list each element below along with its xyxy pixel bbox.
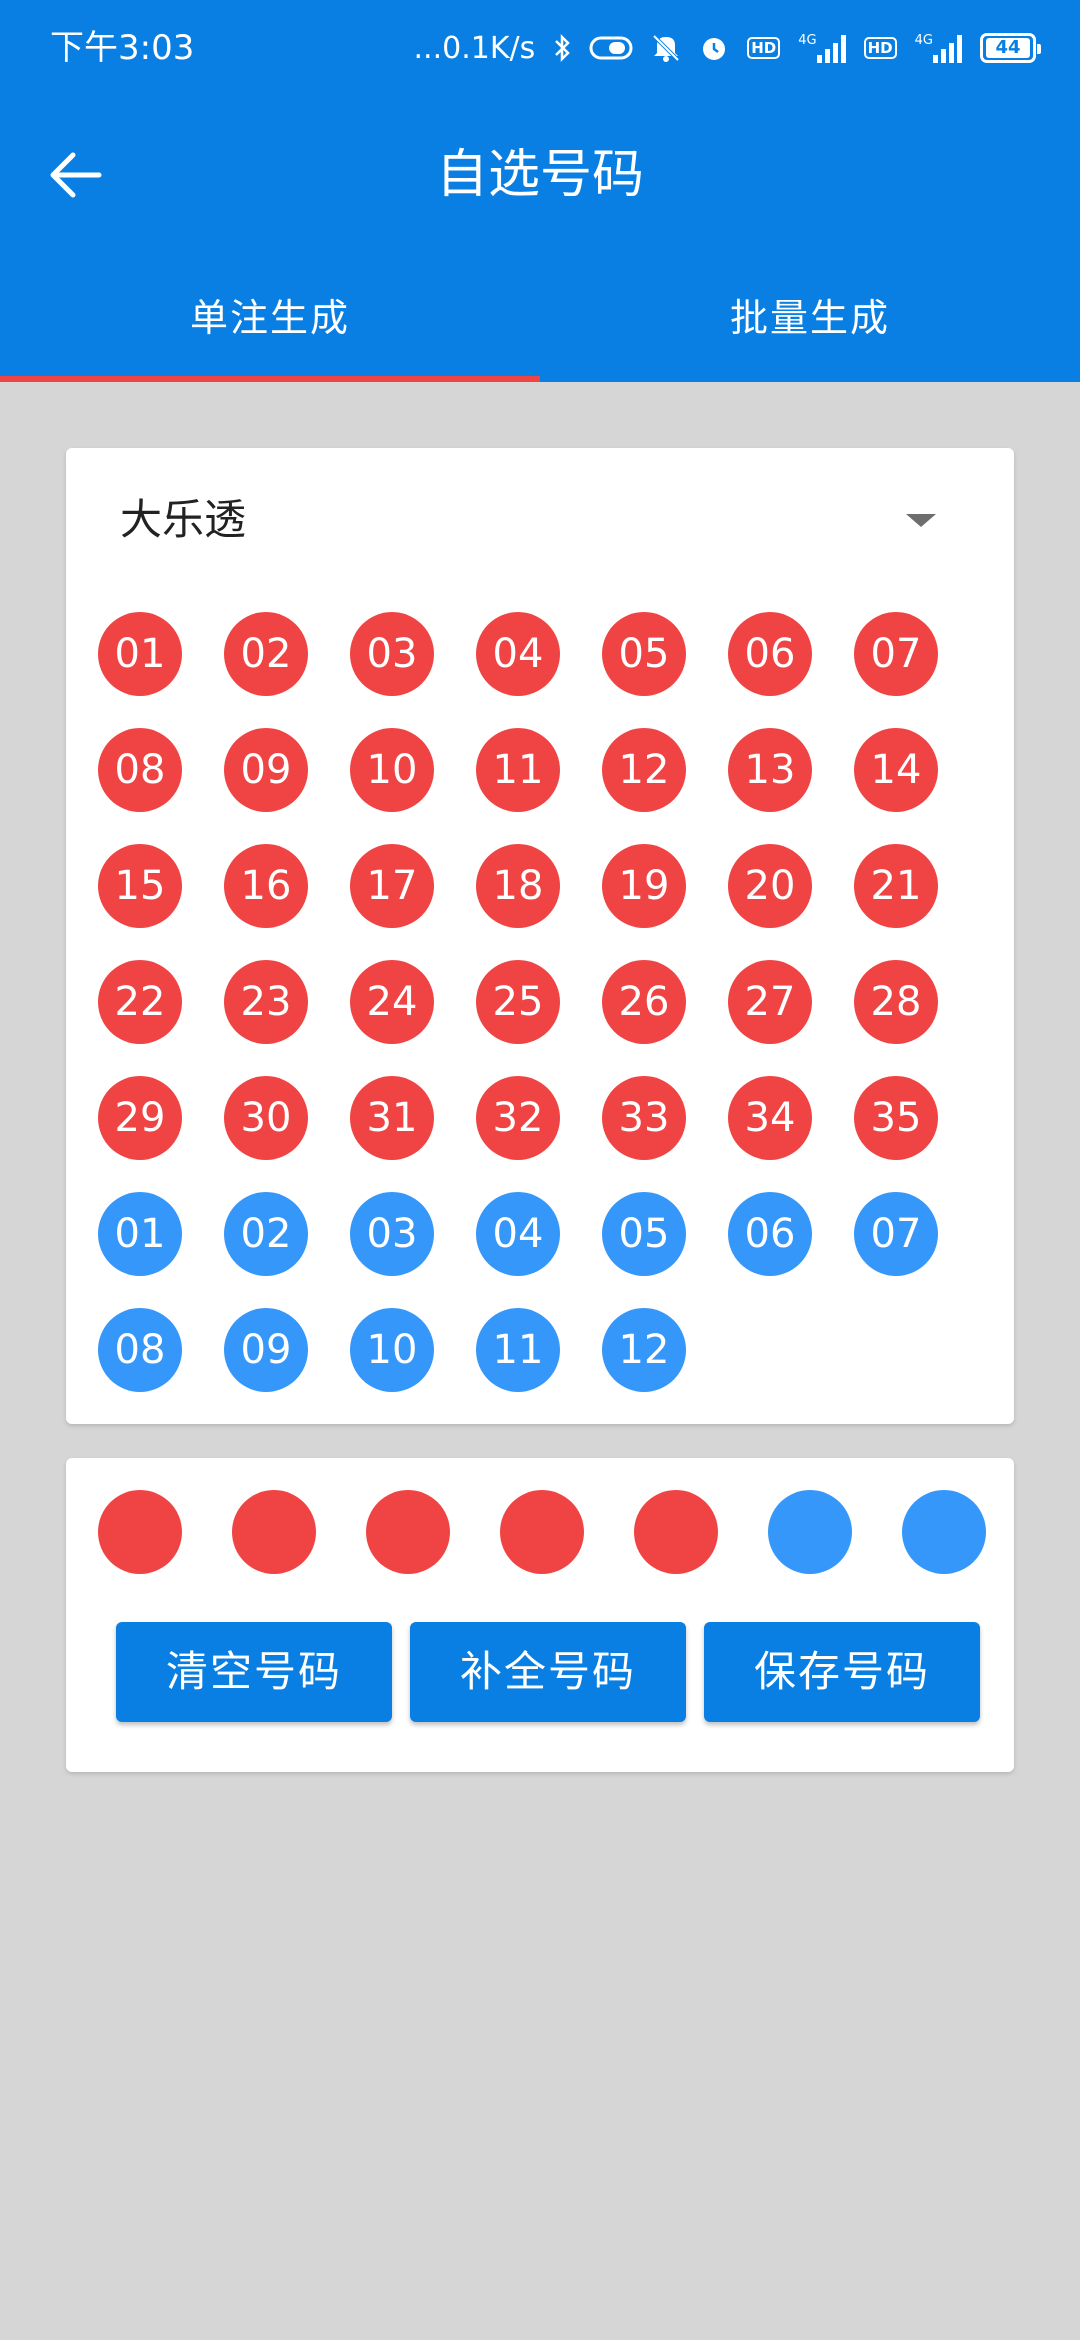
red-ball[interactable]: 30 (224, 1076, 308, 1160)
red-picked-slot (634, 1490, 718, 1574)
red-ball[interactable]: 06 (728, 612, 812, 696)
blue-ball[interactable]: 11 (476, 1308, 560, 1392)
toggle-icon (589, 35, 633, 61)
red-ball[interactable]: 19 (602, 844, 686, 928)
red-ball[interactable]: 34 (728, 1076, 812, 1160)
signal-4g-icon: 4G (798, 33, 846, 63)
red-ball[interactable]: 14 (854, 728, 938, 812)
red-picked-slot (98, 1490, 182, 1574)
tab-single[interactable]: 单注生成 (0, 270, 540, 382)
red-ball[interactable]: 16 (224, 844, 308, 928)
red-ball[interactable]: 09 (224, 728, 308, 812)
network-speed: ...0.1K/s (413, 30, 536, 66)
blue-ball[interactable]: 09 (224, 1308, 308, 1392)
red-ball[interactable]: 31 (350, 1076, 434, 1160)
red-picked-slot (500, 1490, 584, 1574)
red-ball[interactable]: 18 (476, 844, 560, 928)
battery-icon: 44 (980, 33, 1041, 63)
blue-ball[interactable]: 02 (224, 1192, 308, 1276)
red-ball[interactable]: 23 (224, 960, 308, 1044)
red-ball[interactable]: 27 (728, 960, 812, 1044)
blue-picked-slot (902, 1490, 986, 1574)
page-title: 自选号码 (435, 145, 644, 205)
blue-ball[interactable]: 01 (98, 1192, 182, 1276)
selection-card: 清空号码 补全号码 保存号码 (66, 1458, 1014, 1772)
number-grid: 01 02 03 04 05 06 07 08 09 10 11 12 13 14 15 16 17 18 19 20… (98, 612, 938, 1392)
lottery-type-value: 大乐透 (120, 495, 247, 544)
number-picker-card: 大乐透 01 02 03 04 05 06 07 08 09 10 11 12 13 14 15 16 17 18… (66, 448, 1014, 1424)
red-ball[interactable]: 25 (476, 960, 560, 1044)
status-time: 下午3:03 (50, 28, 195, 68)
red-ball[interactable]: 21 (854, 844, 938, 928)
action-buttons: 清空号码 补全号码 保存号码 (116, 1622, 980, 1722)
fill-numbers-button[interactable]: 补全号码 (410, 1622, 686, 1722)
blue-ball[interactable]: 06 (728, 1192, 812, 1276)
battery-level: 44 (986, 38, 1030, 58)
red-ball[interactable]: 35 (854, 1076, 938, 1160)
red-ball[interactable]: 01 (98, 612, 182, 696)
lottery-type-select[interactable]: 大乐透 (120, 484, 960, 556)
red-ball[interactable]: 13 (728, 728, 812, 812)
blue-ball[interactable]: 12 (602, 1308, 686, 1392)
red-ball[interactable]: 29 (98, 1076, 182, 1160)
red-ball[interactable]: 32 (476, 1076, 560, 1160)
red-ball[interactable]: 12 (602, 728, 686, 812)
picked-numbers (98, 1490, 986, 1574)
tab-batch[interactable]: 批量生成 (540, 270, 1080, 382)
dropdown-arrow-icon (906, 514, 936, 527)
blue-ball[interactable]: 08 (98, 1308, 182, 1392)
hd-icon: HD (747, 37, 781, 59)
hd-icon: HD (863, 37, 897, 59)
save-numbers-button[interactable]: 保存号码 (704, 1622, 980, 1722)
red-ball[interactable]: 11 (476, 728, 560, 812)
red-ball[interactable]: 08 (98, 728, 182, 812)
status-icons: ...0.1K/s HD 4G HD 4G 44 (413, 26, 1041, 70)
red-ball[interactable]: 24 (350, 960, 434, 1044)
alarm-icon (699, 33, 729, 63)
tab-bar: 单注生成 批量生成 (0, 270, 1080, 382)
signal-4g-icon: 4G (915, 33, 962, 63)
blue-ball[interactable]: 07 (854, 1192, 938, 1276)
red-ball[interactable]: 33 (602, 1076, 686, 1160)
red-ball[interactable]: 03 (350, 612, 434, 696)
red-picked-slot (366, 1490, 450, 1574)
mute-icon (651, 33, 681, 63)
red-ball[interactable]: 10 (350, 728, 434, 812)
clear-numbers-button[interactable]: 清空号码 (116, 1622, 392, 1722)
toolbar: 自选号码 (0, 110, 1080, 240)
red-ball[interactable]: 26 (602, 960, 686, 1044)
blue-ball[interactable]: 03 (350, 1192, 434, 1276)
blue-picked-slot (768, 1490, 852, 1574)
red-ball[interactable]: 15 (98, 844, 182, 928)
red-ball[interactable]: 07 (854, 612, 938, 696)
red-ball[interactable]: 20 (728, 844, 812, 928)
red-ball[interactable]: 02 (224, 612, 308, 696)
red-picked-slot (232, 1490, 316, 1574)
bluetooth-icon (553, 33, 571, 63)
red-ball[interactable]: 05 (602, 612, 686, 696)
red-ball[interactable]: 17 (350, 844, 434, 928)
blue-ball[interactable]: 04 (476, 1192, 560, 1276)
red-ball[interactable]: 28 (854, 960, 938, 1044)
blue-ball[interactable]: 10 (350, 1308, 434, 1392)
red-ball[interactable]: 22 (98, 960, 182, 1044)
app-bar: 下午3:03 ...0.1K/s HD 4G HD 4G 44 自选号码 单注生… (0, 0, 1080, 382)
status-bar: 下午3:03 ...0.1K/s HD 4G HD 4G 44 (0, 0, 1080, 96)
red-ball[interactable]: 04 (476, 612, 560, 696)
blue-ball[interactable]: 05 (602, 1192, 686, 1276)
